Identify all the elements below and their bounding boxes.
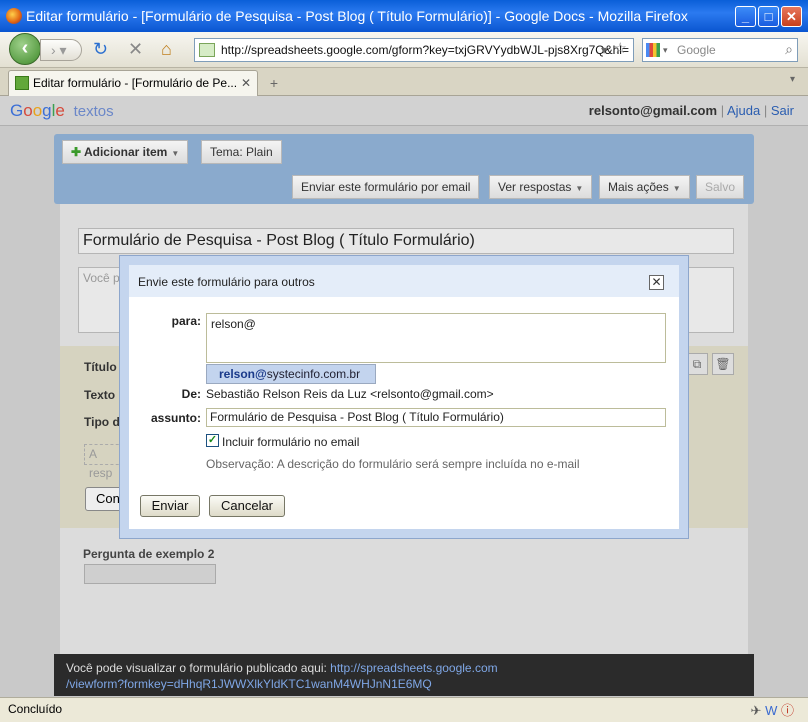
published-link[interactable]: http://spreadsheets.google.com [330, 661, 497, 675]
reload-icon[interactable]: ↻ [93, 40, 108, 58]
addon-icon[interactable]: ✈ [751, 703, 762, 718]
google-docs-favicon-icon [15, 76, 29, 90]
user-email: relsonto@gmail.com [588, 103, 718, 118]
send-email-button[interactable]: Enviar este formulário por email [292, 175, 480, 199]
logo-letter: G [10, 101, 24, 120]
tab-label: Editar formulário - [Formulário de Pe... [33, 76, 238, 90]
include-form-label: Incluir formulário no email [222, 435, 360, 449]
plus-icon: ✚ [71, 145, 82, 159]
tab-active[interactable]: Editar formulário - [Formulário de Pe...… [8, 70, 258, 96]
cancel-button[interactable]: Cancelar [209, 495, 285, 517]
address-bar[interactable]: http://spreadsheets.google.com/gform?key… [194, 38, 634, 62]
to-label: para: [171, 314, 201, 328]
duplicate-icon[interactable]: ⧉ [686, 353, 708, 375]
question-2-answer-field [84, 564, 216, 584]
to-field[interactable]: relson@ [206, 313, 666, 363]
close-window-button[interactable]: ✕ [781, 6, 802, 27]
status-icons: ✈ W ⓘ [751, 700, 794, 719]
google-docs-logo[interactable]: Google textos [10, 101, 114, 121]
status-bar: Concluído [0, 697, 808, 722]
status-text: Concluído [8, 702, 63, 716]
more-actions-label: Mais ações [608, 180, 669, 194]
help-link[interactable]: Ajuda [727, 103, 760, 118]
delete-icon[interactable]: 🗑 [712, 353, 734, 375]
google-search-engine-icon[interactable] [646, 43, 660, 57]
magnifier-icon[interactable]: ⌕ [785, 38, 793, 60]
chevron-down-icon: ▼ [171, 149, 180, 158]
window-titlebar: Editar formulário - [Formulário de Pesqu… [0, 0, 808, 32]
minimize-button[interactable]: _ [735, 6, 756, 27]
send-button[interactable]: Enviar [140, 495, 200, 517]
logo-letter: g [42, 101, 52, 120]
tab-list-icon[interactable]: ▾ [790, 74, 795, 85]
search-bar[interactable]: ▾ Google ⌕ [642, 38, 798, 62]
logo-letter: e [55, 101, 65, 120]
maximize-button[interactable]: □ [758, 6, 779, 27]
engine-dropdown-icon[interactable]: ▾ [663, 39, 668, 61]
add-item-label: Adicionar item [83, 145, 168, 159]
window-title: Editar formulário - [Formulário de Pesqu… [26, 8, 688, 24]
logo-letter: o [23, 101, 33, 120]
from-label: De: [181, 387, 201, 401]
subject-label: assunto: [150, 411, 201, 425]
saved-button[interactable]: Salvo [696, 175, 745, 199]
theme-button[interactable]: Tema: Plain [201, 140, 282, 164]
dialog-note: Observação: A descrição do formulário se… [206, 457, 580, 471]
search-placeholder: Google [677, 43, 716, 57]
site-identity-icon[interactable] [199, 43, 215, 57]
url-text: http://spreadsheets.google.com/gform?key… [221, 43, 629, 57]
view-responses-button[interactable]: Ver respostas ▼ [489, 175, 593, 199]
more-actions-button[interactable]: Mais ações ▼ [599, 175, 690, 199]
account-bar: relsonto@gmail.com | Ajuda | Sair [589, 103, 794, 118]
answer-preview: A resp [84, 444, 124, 480]
addon-icon[interactable]: ⓘ [781, 703, 794, 718]
form-title-input[interactable]: Formulário de Pesquisa - Post Blog ( Tít… [78, 228, 734, 254]
form-editor-toolbar: ✚ Adicionar item ▼ Tema: Plain Enviar est… [54, 134, 754, 204]
published-link-cont[interactable]: /viewform?formkey=dHhqR1JWWXlkYldKTC1wan… [66, 677, 432, 691]
published-info-bar: Você pode visualizar o formulário public… [54, 654, 754, 696]
autocomplete-suggestion[interactable]: relson@systecinfo.com.br [206, 364, 376, 384]
suggestion-rest: systecinfo.com.br [266, 367, 361, 381]
forward-button[interactable]: › ▾ [40, 39, 82, 61]
new-tab-icon[interactable]: + [262, 72, 286, 94]
home-icon[interactable]: ⌂ [161, 40, 172, 58]
dialog-close-button[interactable]: ✕ [649, 275, 664, 290]
add-item-button[interactable]: ✚ Adicionar item ▼ [62, 140, 189, 164]
stop-icon[interactable]: ✕ [128, 40, 143, 58]
logout-link[interactable]: Sair [771, 103, 794, 118]
dialog-title: Envie este formulário para outros [138, 275, 315, 289]
logo-letter: o [32, 101, 43, 120]
chevron-down-icon: ▼ [575, 184, 584, 193]
dropdown-arrow-icon[interactable]: ▾ [601, 39, 607, 61]
bookmark-star-icon[interactable]: ☆ [614, 39, 627, 60]
suggestion-match: relson@ [219, 367, 267, 381]
tab-close-icon[interactable]: ✕ [241, 71, 251, 95]
back-button[interactable]: ‹ [9, 33, 41, 65]
view-responses-label: Ver respostas [498, 180, 572, 194]
from-value: Sebastião Relson Reis da Luz <relsonto@g… [206, 387, 494, 401]
product-name: textos [73, 103, 114, 120]
chevron-down-icon: ▼ [672, 184, 681, 193]
addon-icon[interactable]: W [765, 703, 777, 718]
firefox-icon [6, 8, 22, 24]
info-text: Você pode visualizar o formulário public… [66, 661, 331, 675]
question-2-title: Pergunta de exemplo 2 [83, 547, 215, 561]
subject-input[interactable]: Formulário de Pesquisa - Post Blog ( Tít… [206, 408, 666, 427]
separator: | [720, 103, 725, 118]
include-form-checkbox[interactable]: ✓ [206, 434, 219, 447]
separator: | [763, 103, 768, 118]
